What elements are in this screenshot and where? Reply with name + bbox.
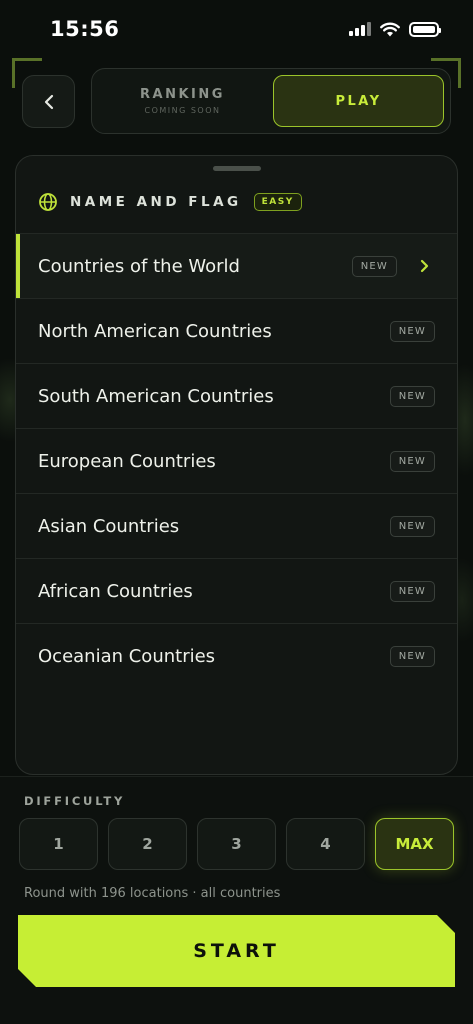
new-badge: NEW bbox=[389, 580, 435, 602]
globe-icon bbox=[39, 192, 57, 211]
new-badge: NEW bbox=[389, 385, 435, 407]
difficulty-option-max[interactable]: MAX bbox=[375, 818, 454, 870]
difficulty-option-4[interactable]: 4 bbox=[286, 818, 365, 870]
start-button-label: START bbox=[193, 940, 280, 962]
list-item-label: Oceanian Countries bbox=[38, 646, 216, 667]
header: RANKING COMING SOON PLAY bbox=[22, 68, 451, 134]
difficulty-selector: 1 2 3 4 MAX bbox=[19, 818, 454, 870]
list-item[interactable]: North American Countries NEW bbox=[16, 299, 457, 364]
category-header: NAME AND FLAG EASY bbox=[16, 171, 457, 219]
play-tab[interactable]: PLAY bbox=[273, 75, 444, 127]
list-item-label: African Countries bbox=[38, 580, 193, 602]
difficulty-option-2[interactable]: 2 bbox=[108, 818, 187, 870]
mode-segmented-control: RANKING COMING SOON PLAY bbox=[91, 68, 451, 134]
battery-icon bbox=[409, 21, 441, 37]
chevron-left-icon bbox=[44, 94, 53, 109]
signal-icon bbox=[349, 22, 371, 36]
new-badge: NEW bbox=[389, 515, 435, 537]
list-item-label: North American Countries bbox=[38, 320, 272, 342]
list-item[interactable]: Asian Countries NEW bbox=[16, 494, 457, 559]
new-badge: NEW bbox=[351, 255, 397, 277]
status-bar: 15:56 bbox=[0, 0, 473, 58]
ranking-tab-label: RANKING bbox=[140, 87, 225, 102]
level-badge: EASY bbox=[253, 192, 302, 211]
list-item[interactable]: Oceanian Countries NEW bbox=[16, 624, 457, 689]
difficulty-label: DIFFICULTY bbox=[24, 794, 126, 808]
category-title: NAME AND FLAG bbox=[70, 193, 242, 210]
bottom-panel: DIFFICULTY 1 2 3 4 MAX Round with 196 lo… bbox=[0, 776, 473, 1024]
status-time: 15:56 bbox=[50, 17, 120, 41]
list-item-label: Asian Countries bbox=[38, 515, 180, 537]
quiz-list-card: NAME AND FLAG EASY Countries of the Worl… bbox=[15, 155, 458, 775]
list-item-label: European Countries bbox=[38, 450, 216, 472]
list-item[interactable]: South American Countries NEW bbox=[16, 364, 457, 429]
difficulty-option-3[interactable]: 3 bbox=[197, 818, 276, 870]
difficulty-option-1[interactable]: 1 bbox=[19, 818, 98, 870]
list-item[interactable]: European Countries NEW bbox=[16, 429, 457, 494]
new-badge: NEW bbox=[389, 320, 435, 342]
start-button[interactable]: START bbox=[18, 915, 455, 987]
new-badge: NEW bbox=[389, 450, 435, 472]
status-icons bbox=[349, 21, 441, 37]
round-info: Round with 196 locations · all countries bbox=[24, 886, 281, 901]
list-item-label: Countries of the World bbox=[38, 255, 240, 277]
chevron-right-icon bbox=[413, 259, 435, 273]
back-button[interactable] bbox=[22, 75, 75, 128]
play-tab-label: PLAY bbox=[335, 93, 382, 109]
new-badge: NEW bbox=[389, 646, 435, 667]
wifi-icon bbox=[380, 22, 400, 36]
ranking-tab[interactable]: RANKING COMING SOON bbox=[98, 75, 267, 127]
quiz-list: Countries of the World NEW North America… bbox=[16, 233, 457, 689]
ranking-coming-soon: COMING SOON bbox=[144, 106, 221, 115]
list-item[interactable]: Countries of the World NEW bbox=[16, 234, 457, 299]
list-item[interactable]: African Countries NEW bbox=[16, 559, 457, 624]
list-item-label: South American Countries bbox=[38, 385, 274, 407]
